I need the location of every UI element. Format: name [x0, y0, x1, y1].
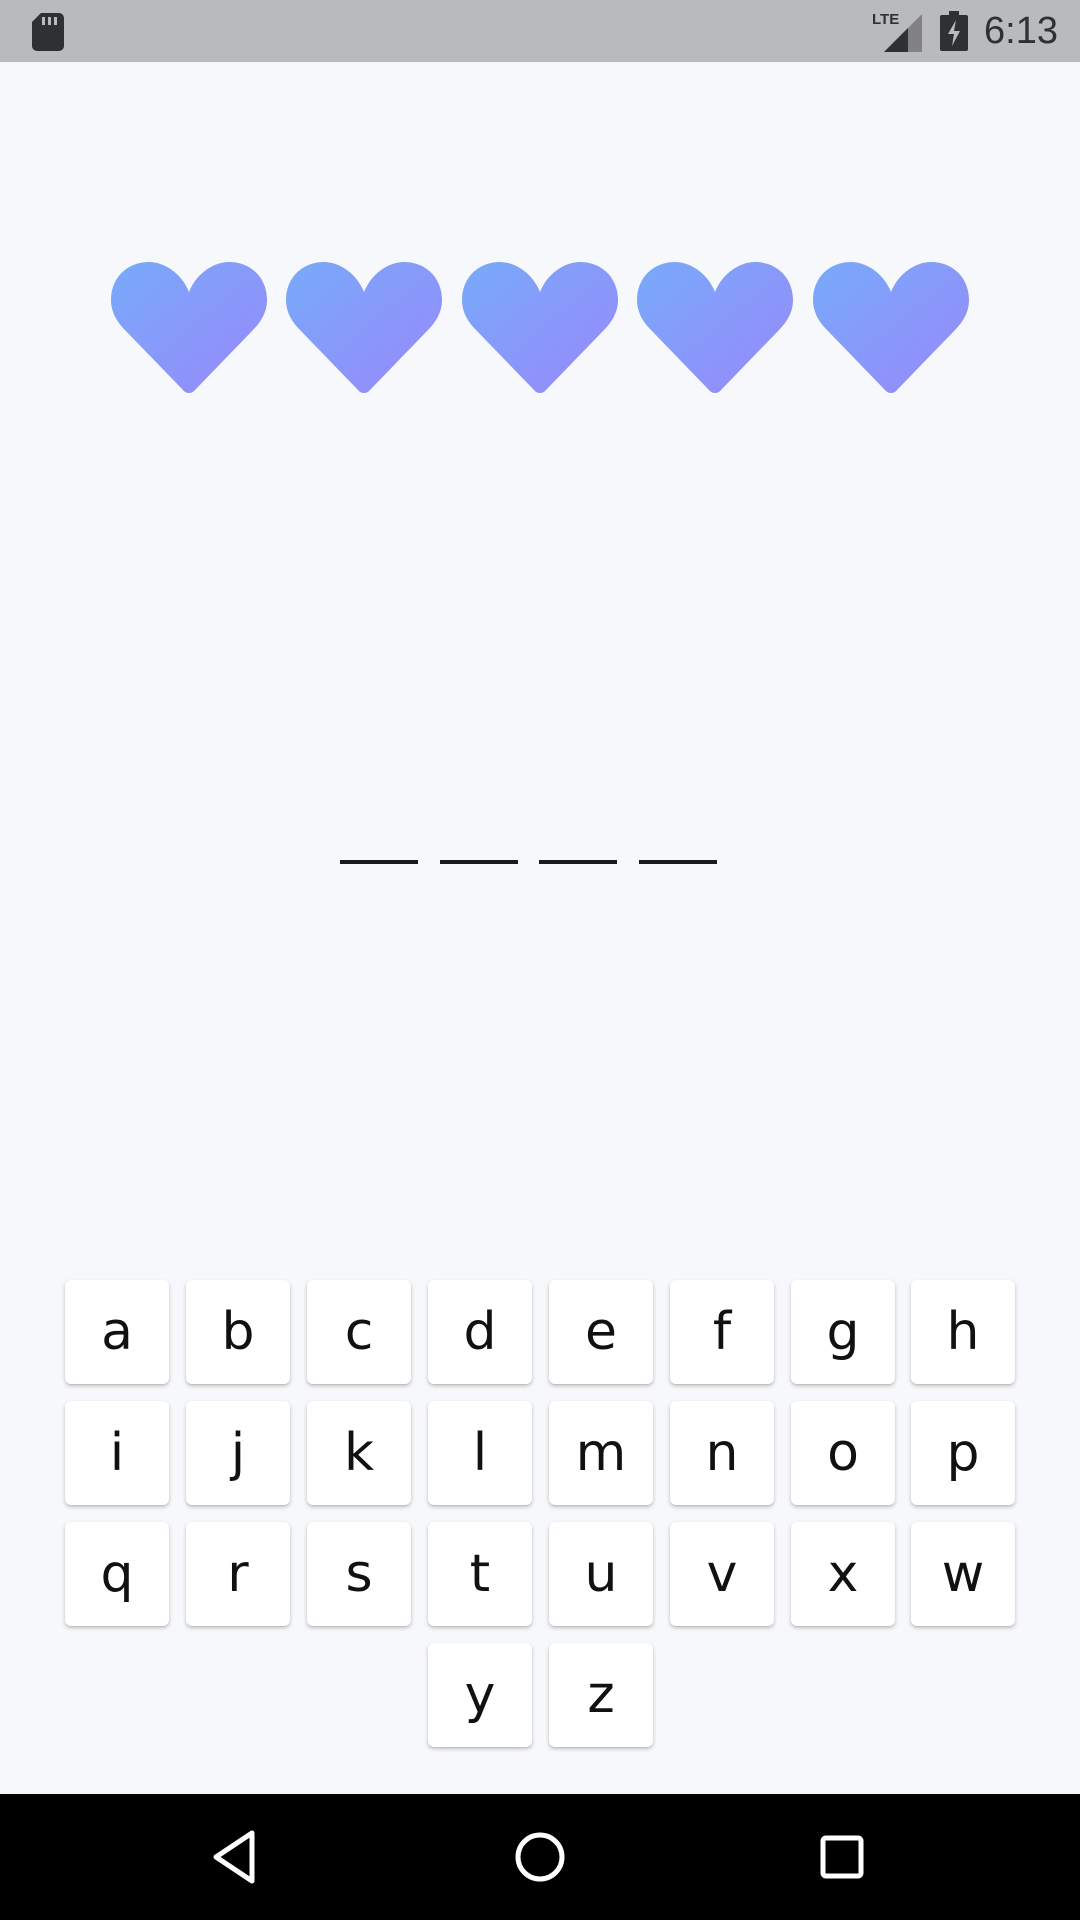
- letter-blank: [639, 854, 717, 864]
- key-l[interactable]: l: [428, 1401, 532, 1505]
- clock: 6:13: [984, 10, 1058, 52]
- heart-icon: [462, 262, 618, 393]
- battery-charging-icon: [940, 11, 968, 51]
- heart-icon: [286, 262, 442, 393]
- key-u[interactable]: u: [549, 1522, 653, 1626]
- key-p[interactable]: p: [911, 1401, 1015, 1505]
- key-i[interactable]: i: [65, 1401, 169, 1505]
- letter-blank: [440, 854, 518, 864]
- back-icon[interactable]: [206, 1827, 266, 1887]
- key-b[interactable]: b: [186, 1280, 290, 1384]
- key-c[interactable]: c: [307, 1280, 411, 1384]
- letter-blank: [340, 854, 418, 864]
- heart-icon: [111, 262, 267, 393]
- lives-indicator: [111, 262, 969, 396]
- key-o[interactable]: o: [791, 1401, 895, 1505]
- key-q[interactable]: q: [65, 1522, 169, 1626]
- heart-icon: [637, 262, 793, 393]
- key-v[interactable]: v: [670, 1522, 774, 1626]
- key-n[interactable]: n: [670, 1401, 774, 1505]
- key-s[interactable]: s: [307, 1522, 411, 1626]
- game-screen: LTE 6:13 a b c d e f g h i j k l m n o p…: [0, 0, 1080, 1920]
- key-a[interactable]: a: [65, 1280, 169, 1384]
- svg-text:LTE: LTE: [872, 11, 899, 28]
- key-t[interactable]: t: [428, 1522, 532, 1626]
- key-g[interactable]: g: [791, 1280, 895, 1384]
- key-y[interactable]: y: [428, 1643, 532, 1747]
- key-w[interactable]: w: [911, 1522, 1015, 1626]
- key-d[interactable]: d: [428, 1280, 532, 1384]
- word-blanks: [340, 854, 720, 866]
- letter-blank: [539, 854, 617, 864]
- key-r[interactable]: r: [186, 1522, 290, 1626]
- navigation-bar: [0, 1794, 1080, 1920]
- status-bar: LTE 6:13: [0, 0, 1080, 62]
- home-icon[interactable]: [510, 1827, 570, 1887]
- key-f[interactable]: f: [670, 1280, 774, 1384]
- lte-signal-icon: LTE: [872, 11, 922, 52]
- sd-card-icon: [32, 13, 64, 51]
- recents-icon[interactable]: [812, 1827, 872, 1887]
- key-z[interactable]: z: [549, 1643, 653, 1747]
- key-k[interactable]: k: [307, 1401, 411, 1505]
- key-x[interactable]: x: [791, 1522, 895, 1626]
- key-e[interactable]: e: [549, 1280, 653, 1384]
- key-j[interactable]: j: [186, 1401, 290, 1505]
- key-m[interactable]: m: [549, 1401, 653, 1505]
- heart-icon: [813, 262, 969, 393]
- key-h[interactable]: h: [911, 1280, 1015, 1384]
